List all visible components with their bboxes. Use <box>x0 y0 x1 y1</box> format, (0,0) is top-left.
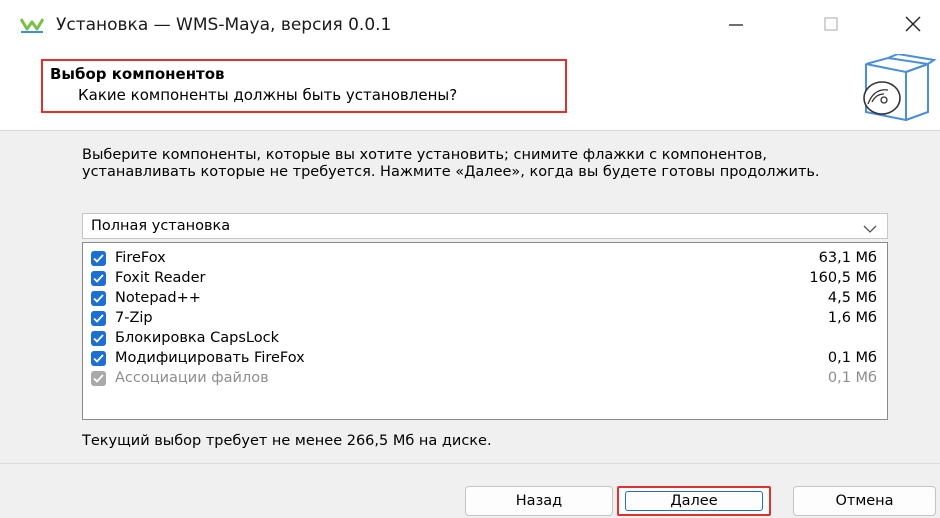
button-bar: Назад Далее Отмена <box>0 463 940 518</box>
component-size: 0,1 Мб <box>827 370 877 386</box>
maximize-button[interactable] <box>808 8 854 44</box>
checkbox[interactable] <box>91 251 106 266</box>
components-panel: Выберите компоненты, которые вы хотите у… <box>0 131 940 463</box>
title-bar[interactable]: Установка — WMS-Maya, версия 0.0.1 <box>0 0 940 52</box>
minimize-icon <box>728 16 744 36</box>
next-button-label: Далее <box>670 493 718 509</box>
checkbox <box>91 371 106 386</box>
chevron-down-icon <box>863 220 877 233</box>
cancel-button[interactable]: Отмена <box>793 486 936 516</box>
checkbox[interactable] <box>91 351 106 366</box>
next-button[interactable]: Далее <box>617 486 771 516</box>
component-size: 160,5 Мб <box>809 270 877 286</box>
list-item[interactable]: Блокировка CapsLock <box>91 329 877 348</box>
component-label: Foxit Reader <box>115 270 206 286</box>
window-title: Установка — WMS-Maya, версия 0.0.1 <box>56 15 392 35</box>
install-box-disc-icon <box>858 52 940 124</box>
list-item[interactable]: Notepad++ 4,5 Мб <box>91 289 877 308</box>
instructions-text: Выберите компоненты, которые вы хотите у… <box>82 147 820 180</box>
list-item[interactable]: 7-Zip 1,6 Мб <box>91 309 877 328</box>
page-subtitle: Какие компоненты должны быть установлены… <box>78 86 458 104</box>
install-type-value: Полная установка <box>91 218 231 234</box>
minimize-button[interactable] <box>713 8 759 44</box>
component-size: 0,1 Мб <box>827 350 877 366</box>
wms-maya-logo-icon <box>19 16 45 36</box>
back-button[interactable]: Назад <box>465 486 613 516</box>
component-size: 4,5 Мб <box>827 290 877 306</box>
install-type-select[interactable]: Полная установка <box>82 213 888 239</box>
maximize-icon <box>823 16 839 36</box>
component-size: 1,6 Мб <box>827 310 877 326</box>
component-label: 7-Zip <box>115 310 153 326</box>
checkbox[interactable] <box>91 291 106 306</box>
page-header: Выбор компонентов Какие компоненты должн… <box>0 52 940 131</box>
close-button[interactable] <box>890 8 936 44</box>
list-item[interactable]: Модифицировать FireFox 0,1 Мб <box>91 349 877 368</box>
checkbox[interactable] <box>91 271 106 286</box>
list-item[interactable]: Foxit Reader 160,5 Мб <box>91 269 877 288</box>
component-label: Модифицировать FireFox <box>115 350 305 366</box>
list-item[interactable]: FireFox 63,1 Мб <box>91 249 877 268</box>
component-size: 63,1 Мб <box>818 250 877 266</box>
components-list[interactable]: FireFox 63,1 Мб Foxit Reader 160,5 Мб No… <box>82 242 888 420</box>
back-button-label: Назад <box>515 493 563 509</box>
component-label: FireFox <box>115 250 166 266</box>
cancel-button-label: Отмена <box>835 493 894 509</box>
close-icon <box>904 15 922 37</box>
page-title: Выбор компонентов <box>50 65 225 83</box>
component-label: Notepad++ <box>115 290 201 306</box>
checkbox[interactable] <box>91 331 106 346</box>
disk-space-status: Текущий выбор требует не менее 266,5 Мб … <box>82 433 492 449</box>
checkbox[interactable] <box>91 311 106 326</box>
component-label: Блокировка CapsLock <box>115 330 279 346</box>
component-label: Ассоциации файлов <box>115 370 269 386</box>
list-item: Ассоциации файлов 0,1 Мб <box>91 369 877 388</box>
